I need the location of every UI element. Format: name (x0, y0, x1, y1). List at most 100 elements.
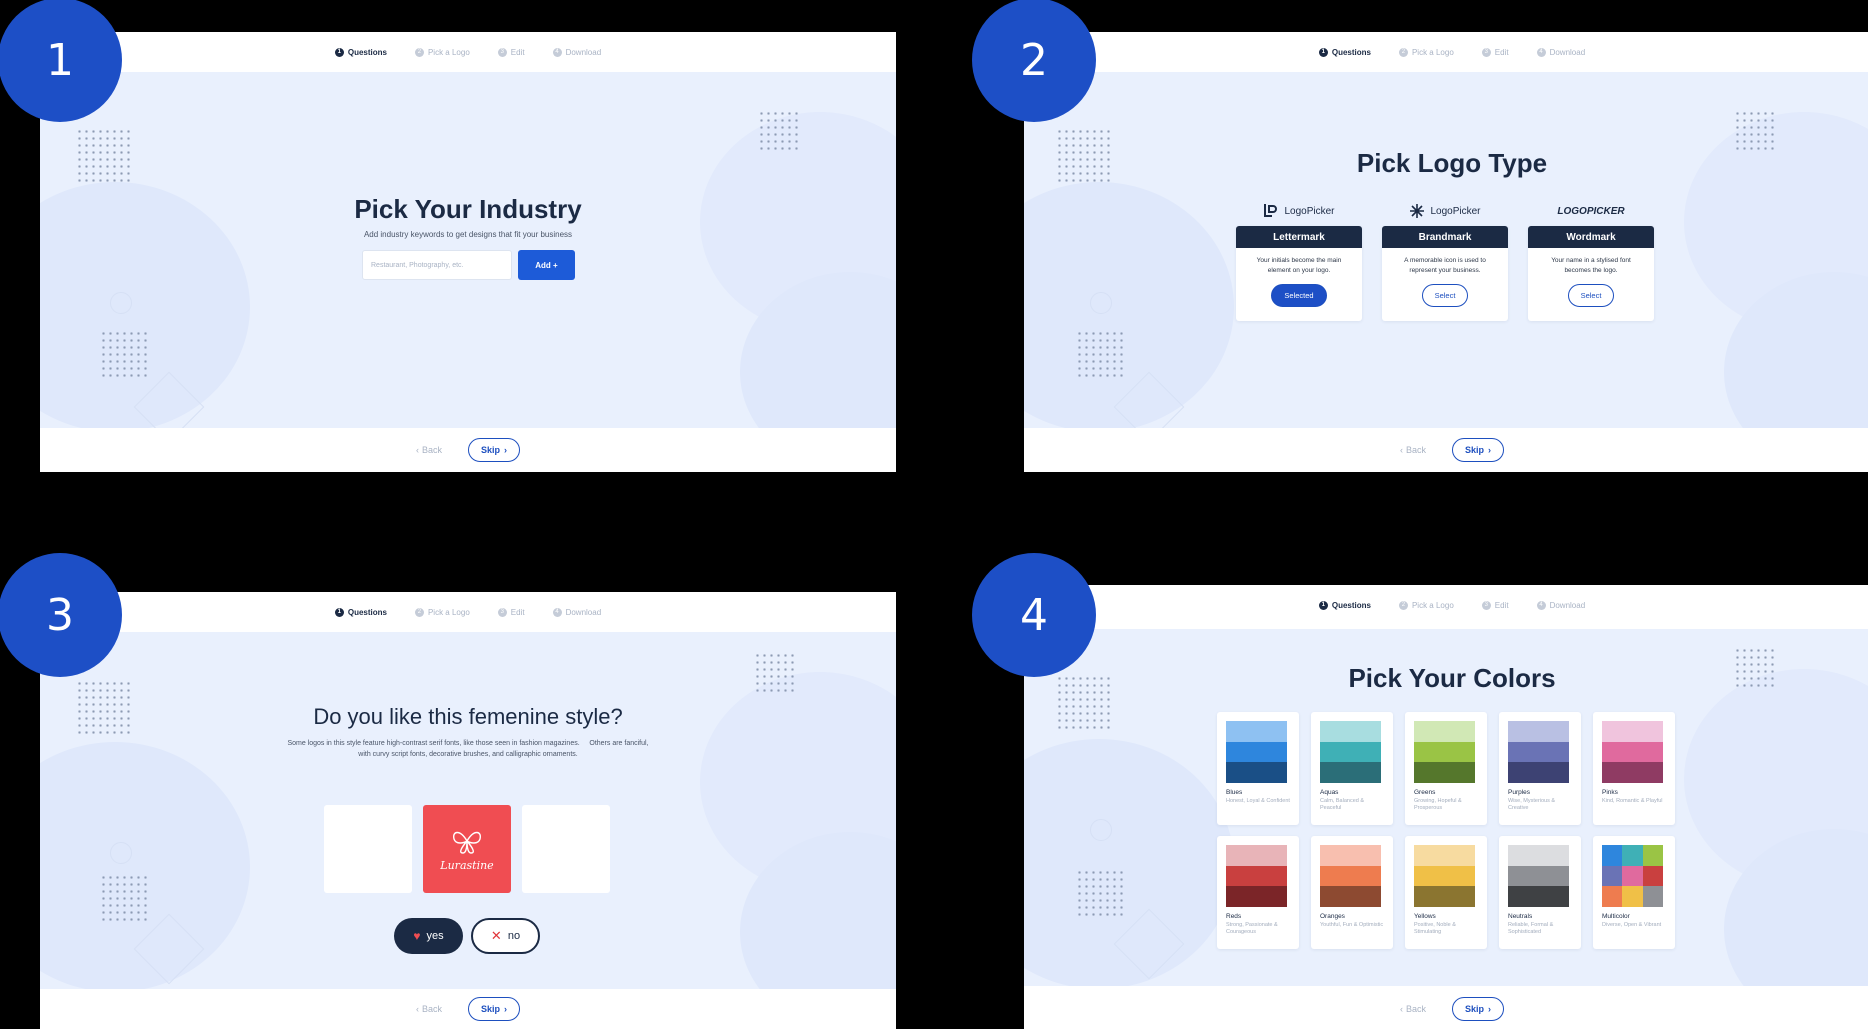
color-card-pinks[interactable]: Pinks Kind, Romantic & Playful (1593, 712, 1675, 825)
color-card-multicolor[interactable]: Multicolor Diverse, Open & Vibrant (1593, 836, 1675, 949)
swatch-color (1602, 721, 1663, 742)
logo-type-desc: Your initials become the main element on… (1256, 257, 1342, 275)
color-card-purples[interactable]: Purples Wise, Mysterious & Creative (1499, 712, 1581, 825)
color-name: Multicolor (1602, 913, 1630, 920)
swatch-color (1508, 721, 1569, 742)
color-desc: Positive, Noble & Stimulating (1414, 922, 1456, 936)
step-number: 4 (552, 607, 562, 617)
color-card-reds[interactable]: Reds Strong, Passionate & Courageous (1217, 836, 1299, 949)
color-swatch (1226, 845, 1287, 908)
step-pick-logo[interactable]: 2 Pick a Logo (414, 607, 470, 617)
chevron-right-icon: › (504, 1004, 508, 1014)
step-questions[interactable]: 1 Questions (334, 607, 387, 617)
stepper: 1 Questions 2 Pick a Logo 3 Edit 4 Download (1024, 585, 1868, 625)
step-edit[interactable]: 3 Edit (1481, 47, 1509, 57)
color-swatch (1602, 721, 1663, 784)
add-keyword-button[interactable]: Add + (518, 250, 575, 280)
back-label: Back (421, 445, 442, 455)
step-download[interactable]: 4 Download (552, 47, 602, 57)
color-name: Neutrals (1508, 913, 1533, 920)
chevron-right-icon: › (1488, 445, 1492, 455)
color-swatch (1320, 845, 1381, 908)
step-pick-logo[interactable]: 2 Pick a Logo (1398, 47, 1454, 57)
footer-nav: ‹ Back Skip › (40, 428, 896, 472)
step-pick-logo[interactable]: 2 Pick a Logo (414, 47, 470, 57)
selected-button[interactable]: Selected (1271, 284, 1327, 307)
sample-logo-blank (324, 805, 412, 893)
swatch-color (1642, 865, 1663, 887)
step-label: Questions (1331, 600, 1371, 610)
step-label: Download (1549, 47, 1586, 57)
color-card-yellows[interactable]: Yellows Positive, Noble & Stimulating (1405, 836, 1487, 949)
logo-type-desc: A memorable icon is used to represent yo… (1404, 257, 1486, 275)
color-card-aquas[interactable]: Aquas Calm, Balanced & Peaceful (1311, 712, 1393, 825)
logo-type-card[interactable]: Lettermark Your initials become the main… (1236, 226, 1362, 321)
swatch-color (1226, 845, 1287, 866)
swatch-color (1602, 741, 1663, 763)
swatch-color (1622, 886, 1643, 907)
color-card-neutrals[interactable]: Neutrals Reliable, Formal & Sophisticated (1499, 836, 1581, 949)
step-questions[interactable]: 1 Questions (334, 47, 387, 57)
style-samples: Lurastine (324, 805, 610, 893)
footer-nav: ‹ Back Skip › (1024, 989, 1868, 1029)
color-desc: Calm, Balanced & Peaceful (1320, 798, 1365, 812)
color-card-greens[interactable]: Greens Growing, Hopeful & Prosperous (1405, 712, 1487, 825)
select-button[interactable]: Select (1567, 284, 1615, 307)
content-area: Pick Your Industry Add industry keywords… (40, 72, 896, 428)
chevron-right-icon: › (1488, 1004, 1492, 1014)
skip-button[interactable]: Skip › (468, 438, 521, 462)
step-number: 3 (497, 607, 507, 617)
back-button[interactable]: ‹ Back (1400, 1004, 1426, 1014)
swatch-color (1508, 865, 1569, 887)
content-area: Pick Logo Type LogoPicker Lettermark You… (1024, 72, 1868, 428)
step-label: Pick a Logo (1411, 600, 1454, 610)
step-badge-2: 2 (972, 0, 1096, 122)
step-number: 1 (1318, 47, 1328, 57)
step-label: Edit (1494, 600, 1509, 610)
wordmark-example-logo: LOGOPICKER (1557, 200, 1624, 222)
color-name: Purples (1508, 789, 1531, 796)
step-label: Pick a Logo (427, 607, 470, 617)
skip-button[interactable]: Skip › (1452, 438, 1505, 462)
select-button[interactable]: Select (1421, 284, 1469, 307)
ring-decoration (1090, 292, 1112, 314)
step-badge-4: 4 (972, 553, 1096, 677)
step-questions[interactable]: 1 Questions (1318, 600, 1371, 610)
footer-nav: ‹ Back Skip › (1024, 428, 1868, 472)
swatch-color (1508, 886, 1569, 908)
step-edit[interactable]: 3 Edit (1481, 600, 1509, 610)
logo-text: LogoPicker (1430, 205, 1481, 217)
step-edit[interactable]: 3 Edit (497, 607, 525, 617)
skip-button[interactable]: Skip › (468, 997, 521, 1021)
step-number: 4 (1536, 600, 1546, 610)
step-edit[interactable]: 3 Edit (497, 47, 525, 57)
back-button[interactable]: ‹ Back (1400, 445, 1426, 455)
panel-industry: 1 Questions 2 Pick a Logo 3 Edit 4 Download … (40, 32, 896, 472)
back-button[interactable]: ‹ Back (416, 1004, 442, 1014)
step-download[interactable]: 4 Download (552, 607, 601, 617)
color-name: Pinks (1602, 789, 1618, 796)
color-swatch (1414, 721, 1475, 784)
skip-button[interactable]: Skip › (1452, 997, 1505, 1021)
no-button[interactable]: ✕ no (471, 918, 540, 954)
swatch-color (1414, 721, 1475, 742)
swatch-color (1602, 886, 1623, 907)
step-questions[interactable]: 1 Questions (1318, 47, 1371, 57)
back-button[interactable]: ‹ Back (416, 445, 442, 455)
yes-button[interactable]: ♥ yes (394, 918, 463, 954)
logo-type-card[interactable]: Brandmark A memorable icon is used to re… (1382, 226, 1508, 321)
step-pick-logo[interactable]: 2 Pick a Logo (1398, 600, 1454, 610)
step-download[interactable]: 4 Download (1536, 47, 1586, 57)
color-card-oranges[interactable]: Oranges Youthful, Fun & Optimistic (1311, 836, 1393, 949)
dot-pattern (754, 652, 796, 694)
footer-nav: ‹ Back Skip › (40, 989, 896, 1029)
logo-type-title: Lettermark (1236, 226, 1362, 248)
step-download[interactable]: 4 Download (1536, 600, 1585, 610)
butterfly-icon (453, 831, 481, 854)
color-card-blues[interactable]: Blues Honest, Loyal & Confident (1217, 712, 1299, 825)
logo-type-card[interactable]: Wordmark Your name in a stylised font be… (1528, 226, 1654, 321)
industry-input[interactable]: Restaurant, Photography, etc. (362, 250, 512, 280)
skip-label: Skip (481, 1004, 501, 1014)
color-name: Blues (1226, 789, 1243, 796)
step-label: Download (565, 47, 602, 57)
